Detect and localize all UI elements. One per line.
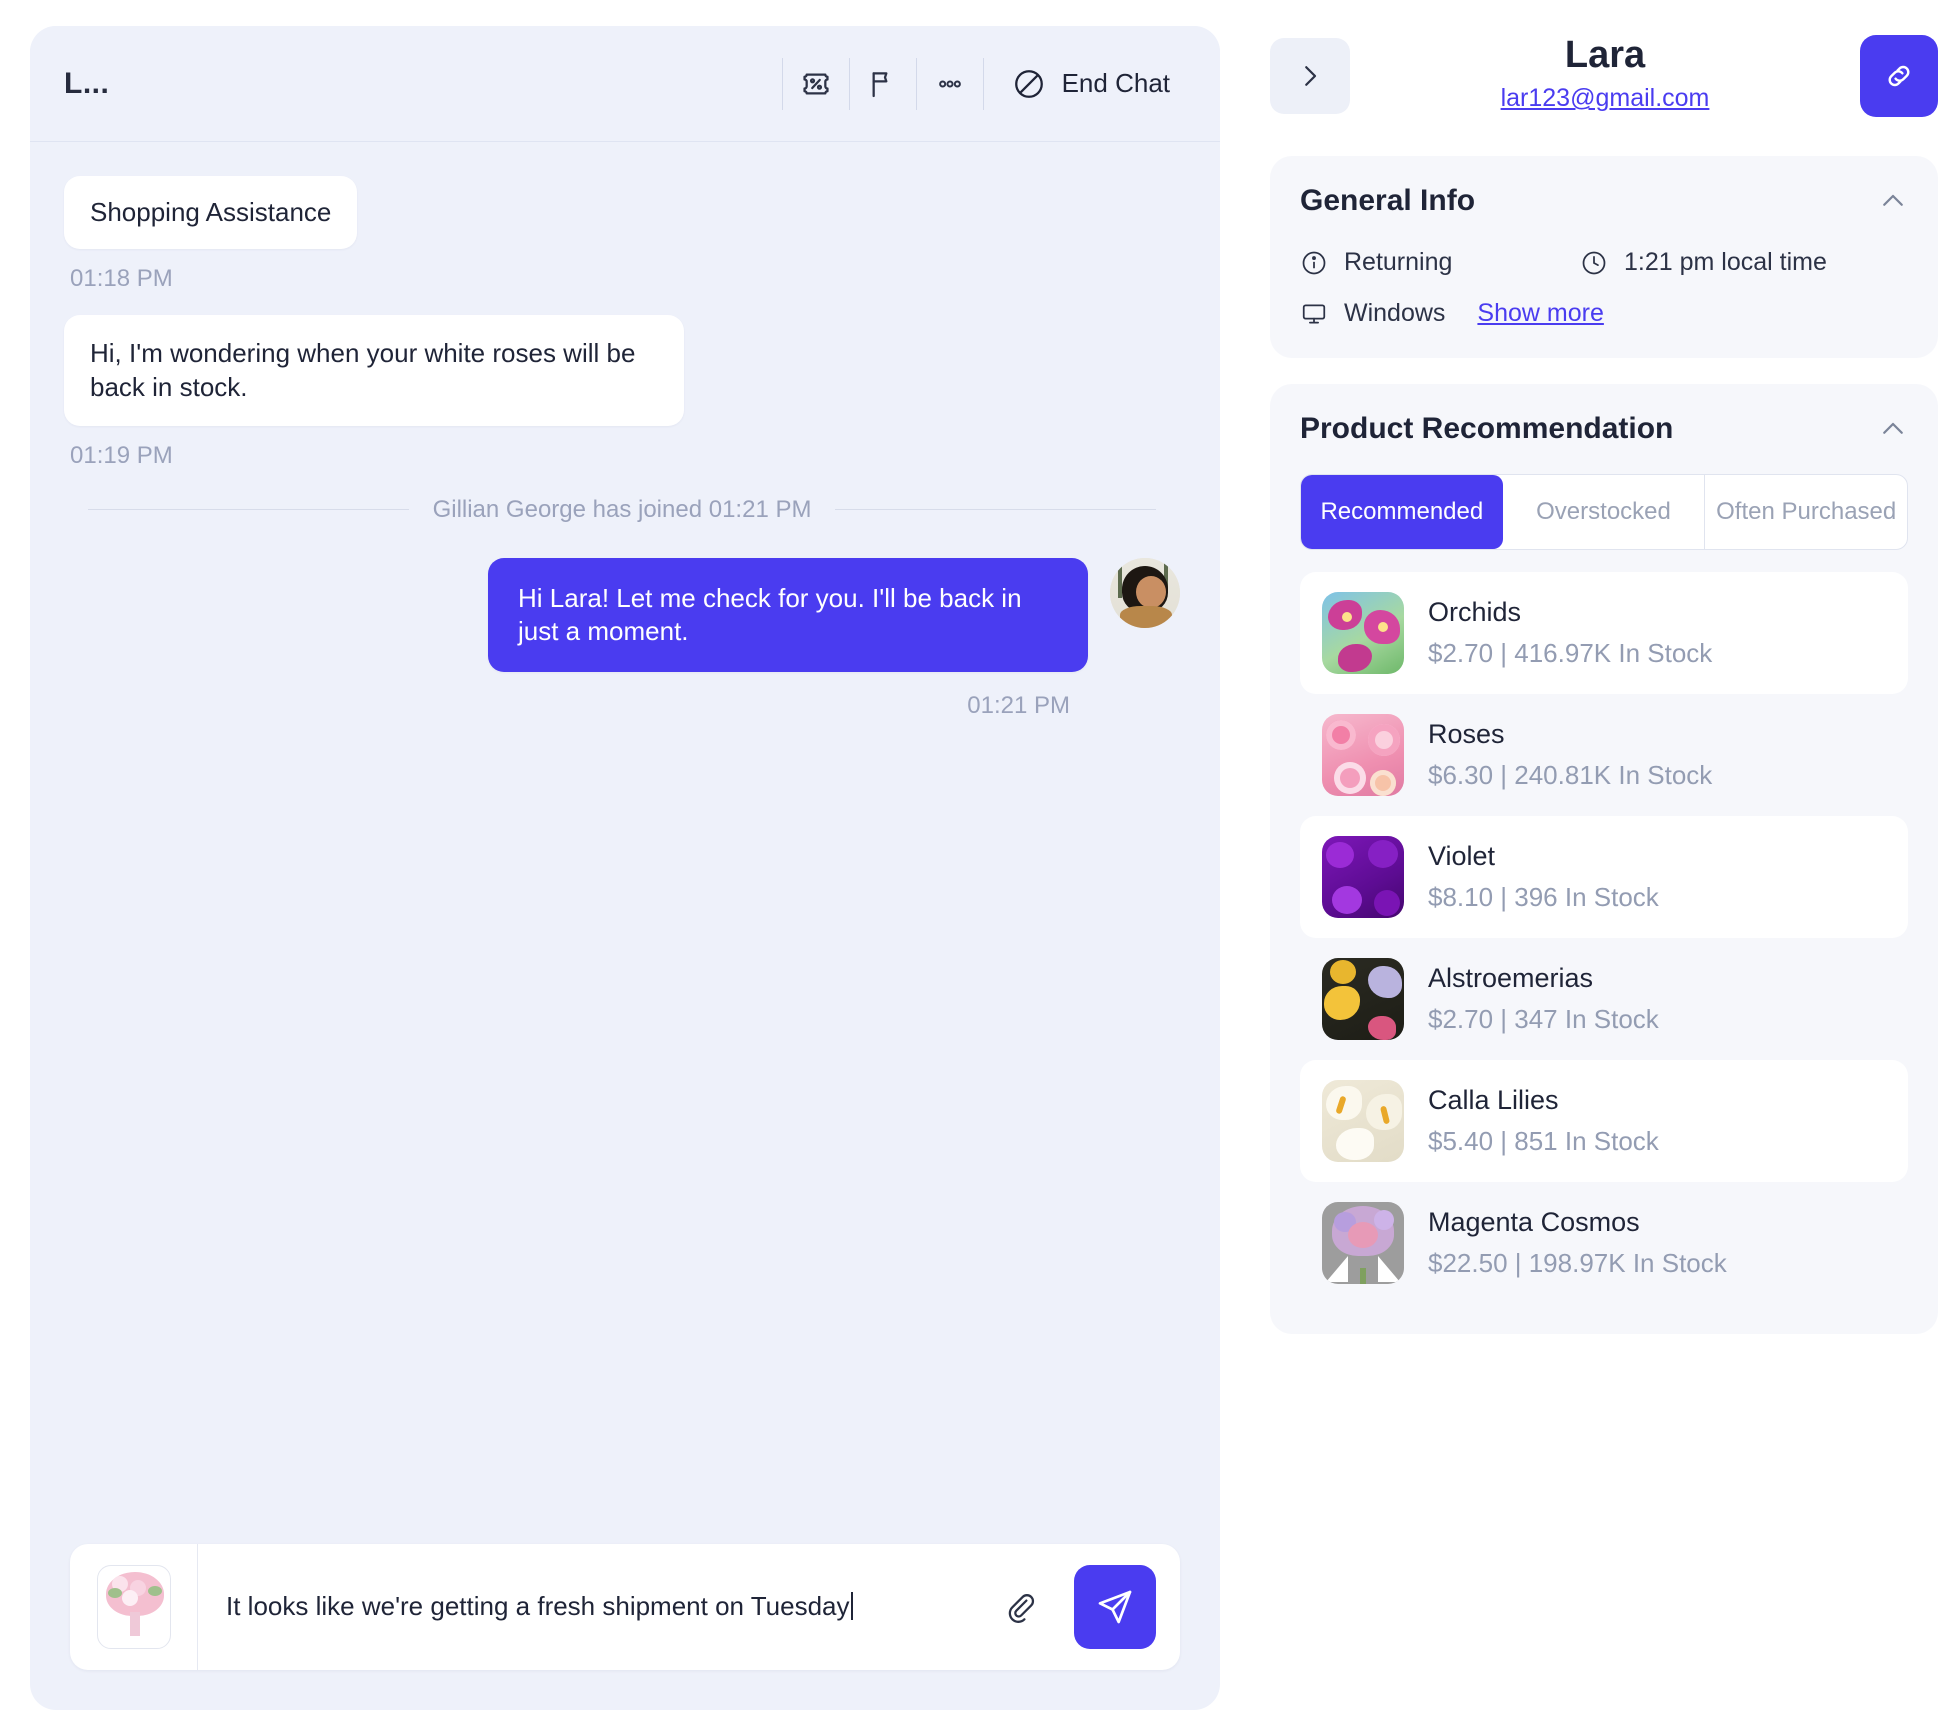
divider-line bbox=[835, 509, 1157, 511]
send-paper-plane-icon[interactable] bbox=[1074, 1565, 1156, 1649]
link-chain-icon[interactable] bbox=[1860, 35, 1938, 117]
list-item[interactable]: Roses $6.30 | 240.81K In Stock bbox=[1300, 694, 1908, 816]
chat-panel: L... End Chat Shopping Assistance 01:18 … bbox=[30, 26, 1220, 1710]
product-name: Violet bbox=[1428, 840, 1496, 871]
product-tabs: Recommended Overstocked Often Purchased bbox=[1300, 474, 1908, 550]
monitor-icon bbox=[1300, 300, 1328, 328]
general-info-title: General Info bbox=[1300, 184, 1476, 217]
message-list: Shopping Assistance 01:18 PM Hi, I'm won… bbox=[30, 142, 1220, 1544]
system-notice-text: Gillian George has joined 01:21 PM bbox=[432, 495, 812, 523]
product-name: Alstroemerias bbox=[1428, 962, 1594, 993]
info-item-local-time: 1:21 pm local time bbox=[1580, 248, 1908, 277]
message-row: Hi Lara! Let me check for you. I'll be b… bbox=[64, 557, 1180, 673]
info-circle-icon bbox=[1300, 249, 1328, 277]
chat-toolbar: End Chat bbox=[781, 55, 1180, 113]
product-name: Roses bbox=[1428, 718, 1505, 749]
chevron-up-icon[interactable] bbox=[1878, 186, 1908, 216]
product-meta: $6.30 | 240.81K In Stock bbox=[1428, 760, 1713, 791]
tab-recommended[interactable]: Recommended bbox=[1301, 475, 1503, 549]
roses-thumbnail bbox=[1322, 714, 1404, 796]
calla-lilies-thumbnail bbox=[1322, 1080, 1404, 1162]
product-recommendation-card: Product Recommendation Recommended Overs… bbox=[1270, 384, 1938, 1334]
magenta-cosmos-thumbnail bbox=[1322, 1202, 1404, 1284]
more-horizontal-icon[interactable] bbox=[917, 55, 983, 113]
general-info-card: General Info Returning 1:21 pm local tim… bbox=[1270, 156, 1938, 358]
message-bubble-incoming: Hi, I'm wondering when your white roses … bbox=[64, 315, 684, 426]
product-meta: $5.40 | 851 In Stock bbox=[1428, 1126, 1659, 1157]
ban-circle-icon bbox=[1012, 67, 1046, 101]
message-composer: It looks like we're getting a fresh ship… bbox=[70, 1544, 1180, 1670]
message-timestamp: 01:19 PM bbox=[70, 441, 173, 469]
paperclip-icon[interactable] bbox=[990, 1577, 1050, 1637]
chevron-right-icon[interactable] bbox=[1270, 38, 1350, 114]
chat-header: L... End Chat bbox=[30, 26, 1220, 142]
info-item-label: 1:21 pm local time bbox=[1624, 248, 1827, 276]
tab-often-purchased[interactable]: Often Purchased bbox=[1705, 475, 1907, 549]
show-more-link[interactable]: Show more bbox=[1477, 299, 1603, 328]
chat-console: L... End Chat Shopping Assistance 01:18 … bbox=[0, 0, 1960, 1730]
customer-details-panel: Lara lar123@gmail.com General Info Retur… bbox=[1248, 0, 1960, 1730]
end-chat-button[interactable]: End Chat bbox=[984, 67, 1180, 101]
product-meta: $8.10 | 396 In Stock bbox=[1428, 882, 1659, 913]
system-join-notice: Gillian George has joined 01:21 PM bbox=[64, 496, 1180, 524]
general-info-header: General Info bbox=[1300, 184, 1908, 218]
product-name: Orchids bbox=[1428, 596, 1522, 627]
list-item[interactable]: Orchids $2.70 | 416.97K In Stock bbox=[1300, 572, 1908, 694]
general-info-list: Returning 1:21 pm local time Windows Sho… bbox=[1300, 248, 1908, 328]
customer-email-link[interactable]: lar123@gmail.com bbox=[1501, 84, 1710, 113]
message-timestamp: 01:18 PM bbox=[70, 265, 173, 293]
customer-header: Lara lar123@gmail.com bbox=[1270, 22, 1938, 130]
message-bubble-incoming: Shopping Assistance bbox=[64, 176, 358, 250]
end-chat-label: End Chat bbox=[1061, 68, 1170, 98]
divider-line bbox=[88, 509, 409, 511]
message-input[interactable]: It looks like we're getting a fresh ship… bbox=[198, 1590, 990, 1624]
flag-icon[interactable] bbox=[850, 55, 916, 113]
coupon-percent-icon[interactable] bbox=[783, 55, 849, 113]
product-meta: $2.70 | 416.97K In Stock bbox=[1428, 638, 1713, 669]
message-row: Shopping Assistance bbox=[64, 176, 1180, 250]
composer-attachment-preview[interactable] bbox=[70, 1544, 198, 1670]
product-meta: $2.70 | 347 In Stock bbox=[1428, 1004, 1659, 1035]
message-timestamp: 01:21 PM bbox=[967, 692, 1070, 720]
info-item-label: Windows bbox=[1344, 299, 1446, 327]
product-recommendation-header: Product Recommendation bbox=[1300, 412, 1908, 446]
info-item-platform: Windows Show more bbox=[1300, 299, 1908, 328]
chat-title: L... bbox=[64, 66, 110, 100]
alstroemerias-thumbnail bbox=[1322, 958, 1404, 1040]
composer-area: It looks like we're getting a fresh ship… bbox=[30, 1544, 1220, 1710]
list-item[interactable]: Alstroemerias $2.70 | 347 In Stock bbox=[1300, 938, 1908, 1060]
text-caret bbox=[850, 1592, 853, 1621]
info-item-returning: Returning bbox=[1300, 248, 1580, 277]
product-meta: $22.50 | 198.97K In Stock bbox=[1428, 1248, 1727, 1279]
message-bubble-outgoing: Hi Lara! Let me check for you. I'll be b… bbox=[488, 557, 1088, 673]
product-list: Orchids $2.70 | 416.97K In Stock Roses $… bbox=[1300, 572, 1908, 1304]
avatar bbox=[1110, 557, 1180, 628]
product-recommendation-title: Product Recommendation bbox=[1300, 412, 1674, 445]
product-name: Calla Lilies bbox=[1428, 1084, 1559, 1115]
list-item[interactable]: Magenta Cosmos $22.50 | 198.97K In Stock bbox=[1300, 1182, 1908, 1304]
violet-thumbnail bbox=[1322, 836, 1404, 918]
list-item[interactable]: Violet $8.10 | 396 In Stock bbox=[1300, 816, 1908, 938]
list-item[interactable]: Calla Lilies $5.40 | 851 In Stock bbox=[1300, 1060, 1908, 1182]
customer-name: Lara bbox=[1564, 33, 1646, 76]
message-input-value: It looks like we're getting a fresh ship… bbox=[226, 1591, 850, 1622]
flower-bouquet-thumbnail bbox=[96, 1565, 171, 1649]
chevron-up-icon[interactable] bbox=[1878, 414, 1908, 444]
clock-icon bbox=[1580, 249, 1608, 277]
orchids-thumbnail bbox=[1322, 592, 1404, 674]
info-item-label: Returning bbox=[1344, 248, 1453, 276]
tab-overstocked[interactable]: Overstocked bbox=[1503, 475, 1706, 549]
product-name: Magenta Cosmos bbox=[1428, 1206, 1640, 1237]
customer-identity: Lara lar123@gmail.com bbox=[1350, 33, 1860, 118]
message-row: Hi, I'm wondering when your white roses … bbox=[64, 315, 1180, 426]
